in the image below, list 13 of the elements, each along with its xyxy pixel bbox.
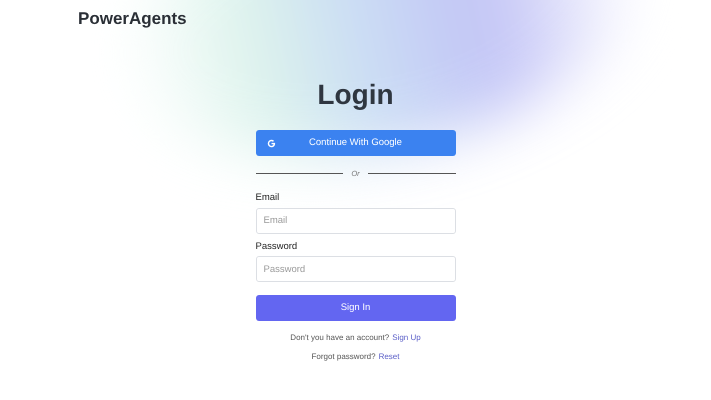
prompt-text: Don't you have an account?: [290, 333, 390, 344]
sign-in-button[interactable]: Sign In: [256, 295, 456, 322]
input-field[interactable]: Email: [256, 208, 456, 234]
page-title: Login: [317, 78, 394, 112]
field-label: Password: [256, 240, 298, 253]
brand-logo[interactable]: PowerAgents: [78, 9, 187, 28]
text-link[interactable]: Sign Up: [392, 333, 421, 344]
field-label: Email: [256, 192, 280, 204]
google-button[interactable]: Continue With Google: [256, 130, 456, 156]
google-icon: [266, 138, 276, 148]
text-link[interactable]: Reset: [378, 352, 400, 362]
prompt-text: Forgot password?: [312, 352, 376, 362]
input-field[interactable]: Password: [256, 256, 456, 282]
